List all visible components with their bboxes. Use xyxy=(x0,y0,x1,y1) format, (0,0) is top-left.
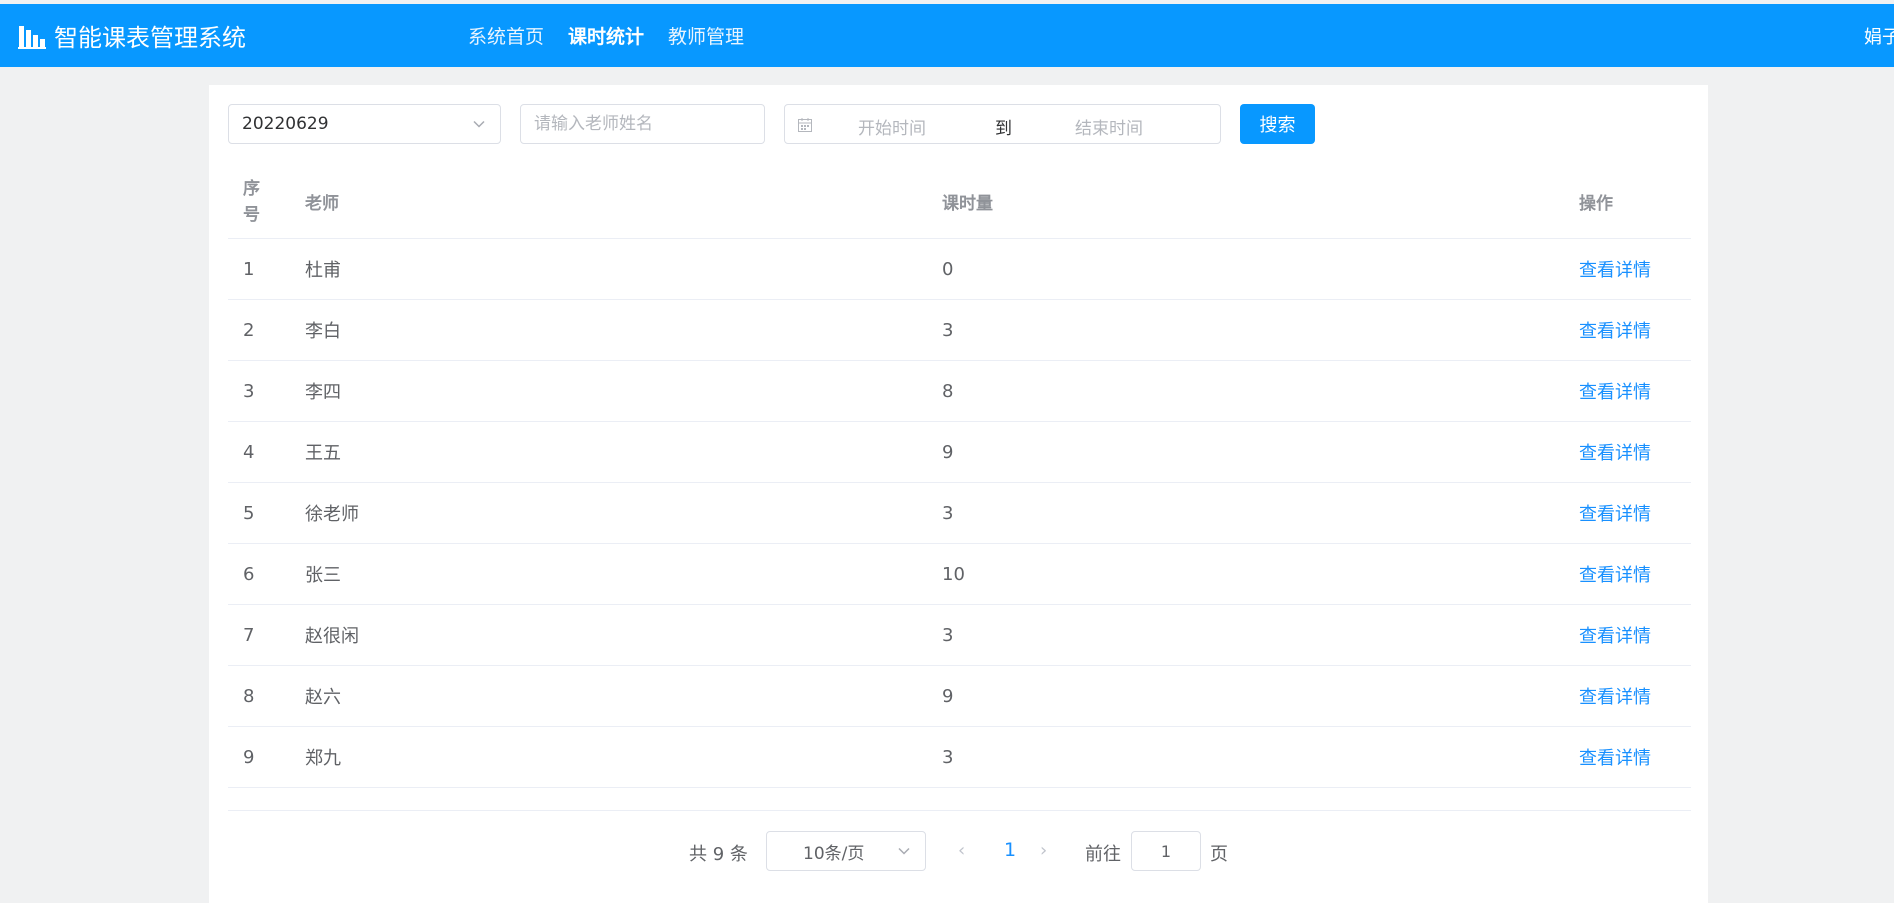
row-hours: 3 xyxy=(942,624,954,646)
header-hours: 课时量 xyxy=(942,194,993,214)
table-row: 4 王五 9 查看详情 xyxy=(228,422,1691,483)
search-button[interactable]: 搜索 xyxy=(1240,104,1315,144)
row-hours: 9 xyxy=(942,441,954,463)
table-row: 9 郑九 3 查看详情 xyxy=(228,727,1691,788)
header-index: 序 号 xyxy=(243,178,260,225)
date-range-picker[interactable]: 开始时间 到 结束时间 xyxy=(784,104,1221,144)
table-header: 序 号 老师 课时量 操作 xyxy=(228,165,1691,239)
calendar-icon xyxy=(798,118,812,132)
range-end-input[interactable]: 结束时间 xyxy=(1075,114,1143,139)
table-row: 2 李白 3 查看详情 xyxy=(228,300,1691,361)
date-select-value: 20220629 xyxy=(242,114,329,134)
page-unit-label: 页 xyxy=(1210,844,1228,865)
row-teacher: 赵六 xyxy=(305,687,341,708)
view-details-link[interactable]: 查看详情 xyxy=(1579,300,1651,360)
app-title: 智能课表管理系统 xyxy=(54,24,246,52)
pagination: 共 9 条 10条/页 ‹ 1 › 前往 1 页 xyxy=(209,831,1708,871)
table-row: 7 赵很闲 3 查看详情 xyxy=(228,605,1691,666)
range-separator: 到 xyxy=(995,119,1012,139)
main-nav: 系统首页 课时统计 教师管理 xyxy=(468,4,768,67)
row-teacher: 张三 xyxy=(305,565,341,586)
next-page-button[interactable]: › xyxy=(1040,840,1047,861)
row-index: 2 xyxy=(243,319,255,341)
top-navbar: 智能课表管理系统 系统首页 课时统计 教师管理 娟子 xyxy=(0,4,1894,67)
view-details-link[interactable]: 查看详情 xyxy=(1579,605,1651,665)
page-number-current[interactable]: 1 xyxy=(1004,839,1016,861)
main-panel: 20220629 开始时间 到 结束时间 搜索 序 号 xyxy=(209,85,1708,903)
page-size-value: 10条/页 xyxy=(803,843,865,864)
goto-label: 前往 xyxy=(1085,844,1121,865)
date-select[interactable]: 20220629 xyxy=(228,104,501,144)
row-hours: 10 xyxy=(942,563,965,585)
view-details-link[interactable]: 查看详情 xyxy=(1579,239,1651,299)
row-index: 4 xyxy=(243,441,255,463)
row-index: 9 xyxy=(243,746,255,768)
bar-chart-icon xyxy=(18,25,46,49)
row-teacher: 徐老师 xyxy=(305,504,359,525)
header-action: 操作 xyxy=(1579,194,1613,214)
goto-page-input[interactable]: 1 xyxy=(1131,831,1201,871)
page-size-select[interactable]: 10条/页 xyxy=(766,831,926,871)
row-teacher: 李四 xyxy=(305,382,341,403)
row-index: 8 xyxy=(243,685,255,707)
class-hours-table: 序 号 老师 课时量 操作 1 杜甫 0 查看详情 2 李白 3 查看详情 3 … xyxy=(228,165,1691,811)
nav-class-hours[interactable]: 课时统计 xyxy=(568,22,644,49)
chevron-down-icon xyxy=(898,847,910,855)
row-hours: 9 xyxy=(942,685,954,707)
table-row: 8 赵六 9 查看详情 xyxy=(228,666,1691,727)
header-teacher: 老师 xyxy=(305,194,339,214)
row-teacher: 赵很闲 xyxy=(305,626,359,647)
teacher-name-input[interactable] xyxy=(520,104,765,144)
view-details-link[interactable]: 查看详情 xyxy=(1579,361,1651,421)
view-details-link[interactable]: 查看详情 xyxy=(1579,422,1651,482)
row-teacher: 郑九 xyxy=(305,748,341,769)
row-teacher: 杜甫 xyxy=(305,260,341,281)
row-hours: 3 xyxy=(942,746,954,768)
chevron-down-icon xyxy=(473,120,485,128)
user-name: 娟子 xyxy=(1864,26,1894,48)
view-details-link[interactable]: 查看详情 xyxy=(1579,666,1651,726)
range-start-input[interactable]: 开始时间 xyxy=(858,114,926,139)
user-menu[interactable]: 娟子 xyxy=(1864,4,1894,67)
row-index: 6 xyxy=(243,563,255,585)
row-teacher: 李白 xyxy=(305,321,341,342)
row-teacher: 王五 xyxy=(305,443,341,464)
table-row: 5 徐老师 3 查看详情 xyxy=(228,483,1691,544)
table-bottom-divider xyxy=(228,788,1691,811)
table-row: 6 张三 10 查看详情 xyxy=(228,544,1691,605)
row-index: 7 xyxy=(243,624,255,646)
logo[interactable]: 智能课表管理系统 xyxy=(18,4,246,67)
row-hours: 3 xyxy=(942,502,954,524)
row-hours: 0 xyxy=(942,258,954,280)
nav-teacher-management[interactable]: 教师管理 xyxy=(668,22,744,49)
view-details-link[interactable]: 查看详情 xyxy=(1579,544,1651,604)
table-row: 1 杜甫 0 查看详情 xyxy=(228,239,1691,300)
prev-page-button[interactable]: ‹ xyxy=(958,840,965,861)
view-details-link[interactable]: 查看详情 xyxy=(1579,483,1651,543)
row-index: 1 xyxy=(243,258,255,280)
view-details-link[interactable]: 查看详情 xyxy=(1579,727,1651,787)
row-index: 5 xyxy=(243,502,255,524)
nav-home[interactable]: 系统首页 xyxy=(468,22,544,49)
row-index: 3 xyxy=(243,380,255,402)
table-row: 3 李四 8 查看详情 xyxy=(228,361,1691,422)
row-hours: 3 xyxy=(942,319,954,341)
total-count: 共 9 条 xyxy=(689,844,748,865)
row-hours: 8 xyxy=(942,380,954,402)
